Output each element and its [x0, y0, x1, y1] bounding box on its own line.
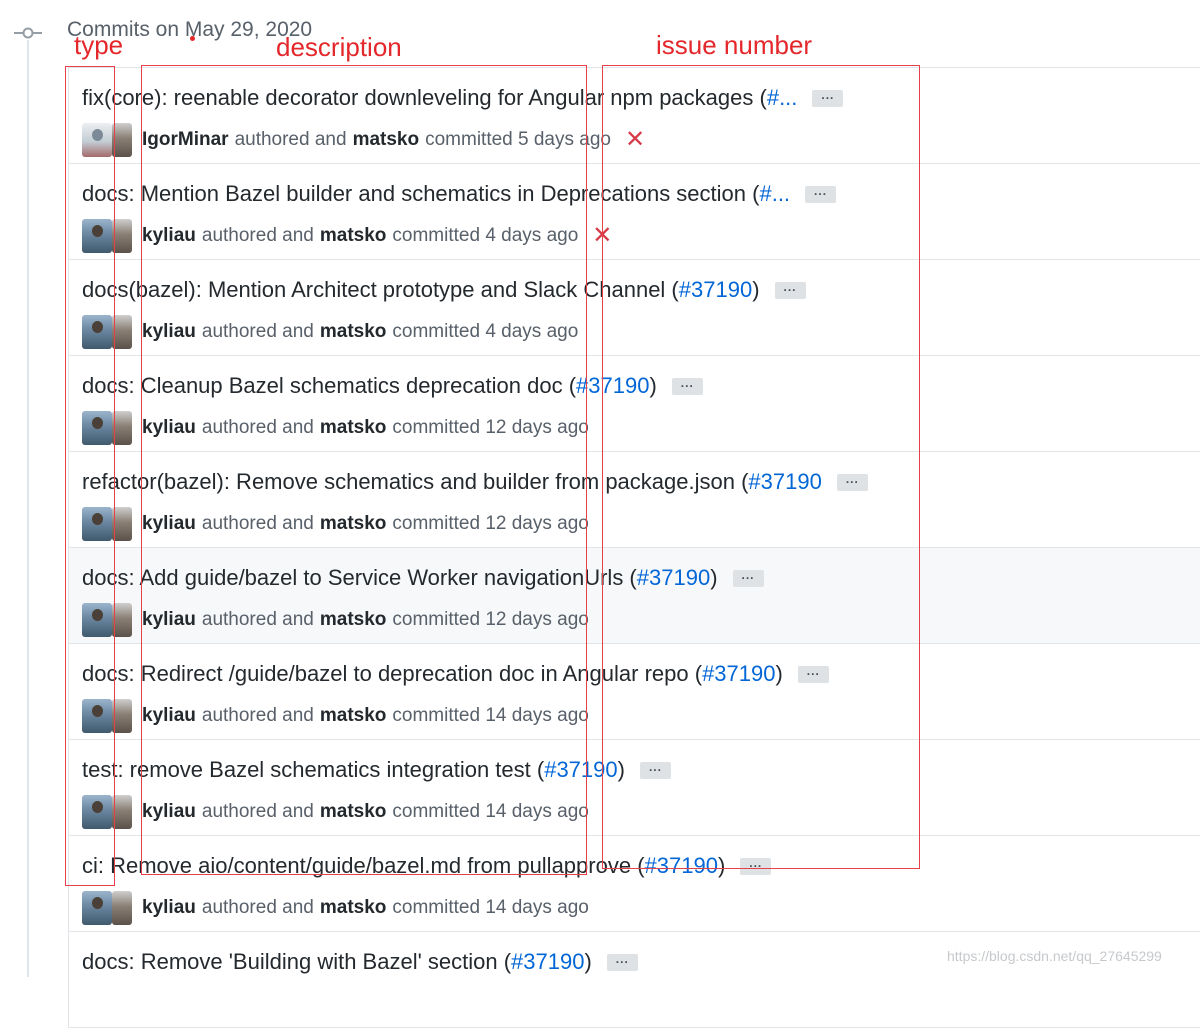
author-link[interactable]: kyliau	[142, 897, 196, 919]
commit-message: docs: Remove 'Building with Bazel' secti…	[82, 949, 638, 975]
commit-title-link[interactable]: docs: Remove 'Building with Bazel' secti…	[82, 949, 511, 975]
annotation-issue-number-label: issue number	[656, 30, 813, 60]
commit-meta: kyliau authored and matsko committed 14 day…	[82, 891, 595, 925]
authored-text: authored and	[201, 897, 314, 918]
annotation-type-box	[65, 66, 115, 886]
committer-avatar[interactable]	[112, 219, 132, 253]
watermark: https://blog.csdn.net/qq_27645299	[947, 948, 1162, 964]
commit-row[interactable]: docs: Remove 'Building with Bazel' secti…	[69, 932, 1200, 1028]
issue-number-link[interactable]: #37190	[511, 949, 584, 975]
committer-avatar[interactable]	[112, 507, 132, 541]
committer-link[interactable]: matsko	[320, 897, 387, 919]
annotation-description-box	[141, 65, 587, 875]
timeline-line	[27, 40, 29, 977]
committer-avatar[interactable]	[112, 315, 132, 349]
committer-avatar[interactable]	[112, 603, 132, 637]
committer-avatar[interactable]	[112, 123, 132, 157]
annotation-type-label: type	[74, 30, 124, 60]
annotation-red-dot	[190, 36, 195, 41]
committer-avatar[interactable]	[112, 891, 132, 925]
annotation-issue-number-box	[602, 65, 920, 869]
git-commit-icon	[14, 27, 42, 39]
avatar-stack[interactable]	[82, 891, 134, 925]
commit-title-close: )	[584, 949, 592, 974]
committer-avatar[interactable]	[112, 795, 132, 829]
author-avatar[interactable]	[82, 891, 112, 925]
expand-details-button[interactable]: ...	[606, 953, 638, 971]
committer-avatar[interactable]	[112, 411, 132, 445]
committer-avatar[interactable]	[112, 699, 132, 733]
annotation-description-label: description	[276, 32, 402, 62]
committed-time: committed 14 days ago	[392, 897, 589, 918]
